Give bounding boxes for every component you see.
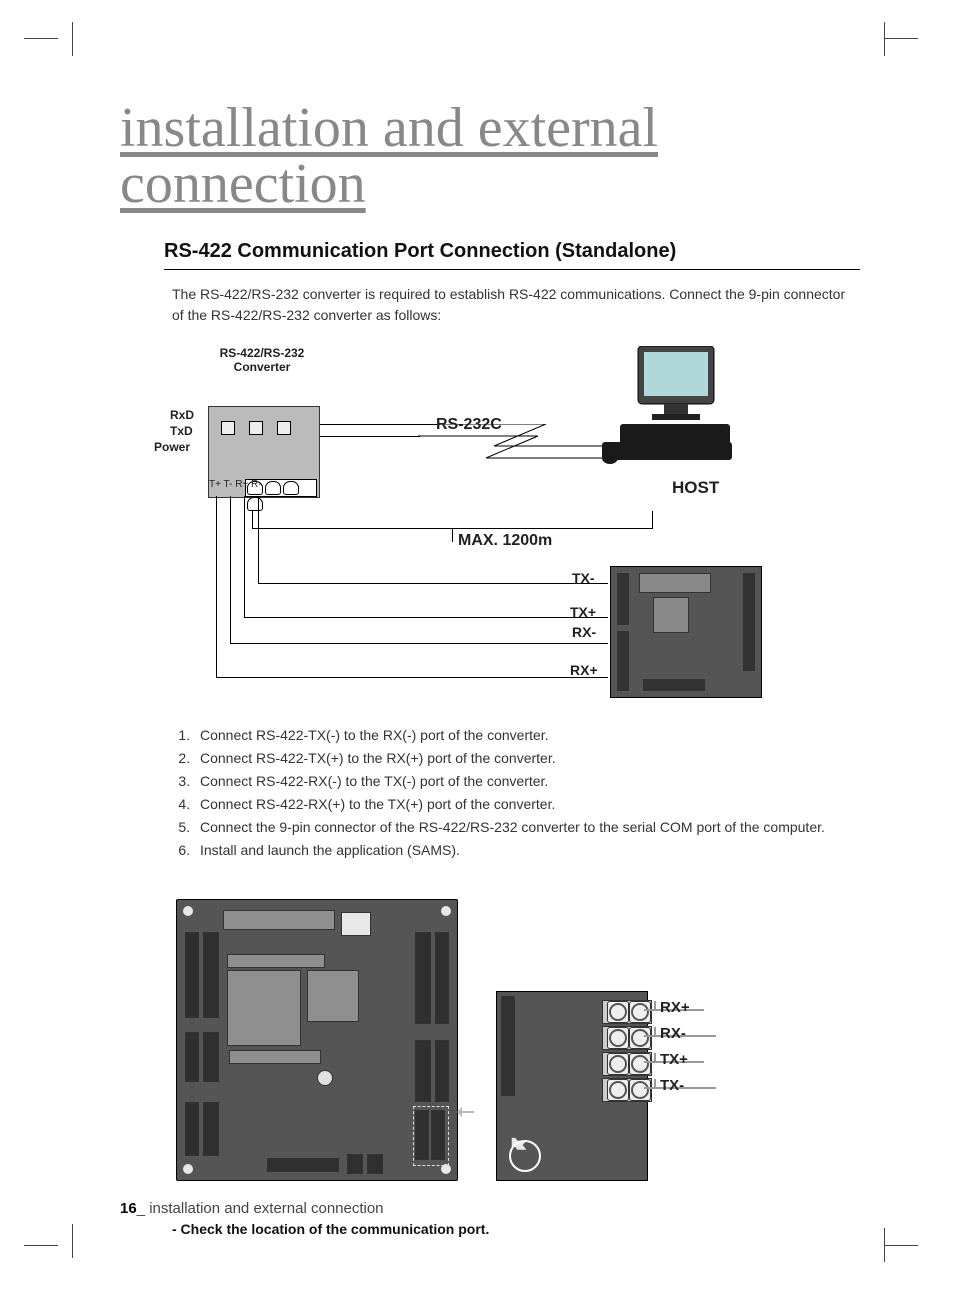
diagram-pcb-detail: RX+ RX- TX+ TX-	[172, 899, 852, 1199]
terminal-zoom	[496, 991, 648, 1181]
zoom-rx-plus: RX+	[660, 999, 690, 1016]
page-title: installation and external connection	[120, 100, 860, 212]
terminal-labels: T+ T- R+ R-	[209, 479, 262, 490]
section-heading: RS-422 Communication Port Connection (St…	[164, 240, 860, 270]
converter-label: RS-422/RS-232 Converter	[202, 346, 322, 374]
section-intro: The RS-422/RS-232 converter is required …	[172, 284, 860, 326]
diagram-rs422-overview: RS-422/RS-232 Converter RxD TxD Power T+…	[172, 346, 852, 706]
step-2: Connect RS-422-TX(+) to the RX(+) port o…	[194, 747, 860, 770]
label-rxd: RxD	[170, 408, 194, 422]
label-rs232c: RS-232C	[436, 416, 502, 434]
host-pc-icon	[602, 346, 732, 466]
controller-pcb-large	[176, 899, 458, 1181]
step-1: Connect RS-422-TX(-) to the RX(-) port o…	[194, 724, 860, 747]
step-3: Connect RS-422-RX(-) to the TX(-) port o…	[194, 770, 860, 793]
step-5: Connect the 9-pin connector of the RS-42…	[194, 816, 860, 839]
label-tx-plus: TX+	[570, 604, 596, 620]
page-number: 16	[120, 1200, 137, 1217]
label-host: HOST	[672, 478, 719, 498]
label-tx-minus: TX-	[572, 570, 595, 586]
callout-arrow-icon	[460, 1111, 474, 1113]
label-power: Power	[154, 440, 190, 454]
controller-pcb-icon	[610, 566, 762, 698]
step-4: Connect RS-422-RX(+) to the TX(+) port o…	[194, 793, 860, 816]
connection-steps: Connect RS-422-TX(-) to the RX(-) port o…	[172, 724, 860, 863]
label-max-distance: MAX. 1200m	[458, 532, 552, 550]
label-txd: TxD	[170, 424, 193, 438]
zoom-tx-minus: TX-	[660, 1077, 684, 1094]
label-rx-minus: RX-	[572, 624, 596, 640]
label-rx-plus: RX+	[570, 662, 598, 678]
zoom-tx-plus: TX+	[660, 1051, 688, 1068]
check-note: - Check the location of the communicatio…	[172, 1221, 860, 1237]
step-6: Install and launch the application (SAMS…	[194, 839, 860, 862]
page-footer: 16_ installation and external connection	[120, 1200, 384, 1217]
zoom-rx-minus: RX-	[660, 1025, 686, 1042]
running-head: installation and external connection	[149, 1200, 383, 1217]
